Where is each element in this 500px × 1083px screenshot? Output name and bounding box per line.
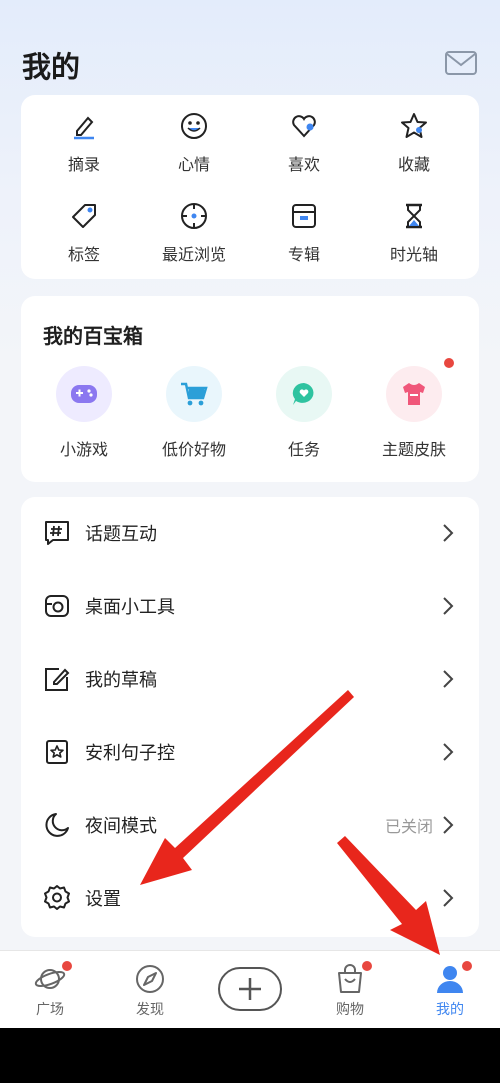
grid-item-collect[interactable]: 收藏 bbox=[359, 103, 469, 183]
mail-icon[interactable] bbox=[444, 48, 478, 78]
grid-label: 时光轴 bbox=[389, 245, 438, 264]
tshirt-icon bbox=[386, 358, 454, 422]
grid-item-like[interactable]: 喜欢 bbox=[249, 103, 359, 183]
menu-item-drafts[interactable]: 我的草稿 bbox=[21, 651, 479, 707]
menu-item-night-mode[interactable]: 夜间模式 已关闭 bbox=[21, 797, 479, 853]
toolbox-item-minigame[interactable]: 小游戏 bbox=[29, 366, 139, 466]
menu-label: 设置 bbox=[85, 889, 121, 910]
grid-label: 喜欢 bbox=[287, 155, 320, 174]
menu-card: 话题互动 桌面小工具 我的草稿 安利句子控 夜间模式 已关闭 设置 bbox=[21, 497, 479, 937]
pencil-icon bbox=[74, 116, 94, 140]
menu-label: 安利句子控 bbox=[85, 743, 175, 764]
chevron-right-icon bbox=[443, 670, 454, 688]
toolbox-label: 主题皮肤 bbox=[381, 440, 446, 459]
star-icon bbox=[401, 113, 427, 138]
nav-label: 发现 bbox=[136, 1002, 164, 1018]
menu-item-topic[interactable]: 话题互动 bbox=[21, 505, 479, 561]
bottom-nav: 广场 发现 购物 我的 bbox=[0, 950, 500, 1028]
page-title: 我的 bbox=[22, 50, 81, 84]
grid-item-recent[interactable]: 最近浏览 bbox=[139, 193, 249, 273]
grid-item-album[interactable]: 专辑 bbox=[249, 193, 359, 273]
menu-label: 话题互动 bbox=[85, 524, 157, 545]
menu-label: 夜间模式 bbox=[85, 816, 157, 837]
album-icon bbox=[292, 204, 316, 228]
chevron-right-icon bbox=[443, 524, 454, 542]
nav-square[interactable]: 广场 bbox=[0, 951, 100, 1029]
menu-item-widget[interactable]: 桌面小工具 bbox=[21, 578, 479, 634]
grid-label: 最近浏览 bbox=[161, 245, 226, 264]
compass-icon bbox=[134, 963, 166, 995]
nav-label: 购物 bbox=[336, 1002, 364, 1018]
badge-dot bbox=[62, 961, 72, 971]
cart-icon bbox=[166, 366, 222, 422]
menu-item-recommend[interactable]: 安利句子控 bbox=[21, 724, 479, 780]
clock-icon bbox=[181, 203, 207, 229]
night-mode-status: 已关闭 bbox=[384, 817, 433, 836]
nav-discover[interactable]: 发现 bbox=[100, 951, 200, 1029]
menu-item-settings[interactable]: 设置 bbox=[21, 870, 479, 926]
grid-label: 标签 bbox=[67, 245, 100, 264]
chevron-right-icon bbox=[443, 743, 454, 761]
toolbox-item-task[interactable]: 任务 bbox=[249, 366, 359, 466]
grid-label: 收藏 bbox=[397, 155, 430, 174]
gear-icon bbox=[44, 885, 70, 910]
moon-icon bbox=[45, 813, 69, 837]
grid-item-tag[interactable]: 标签 bbox=[29, 193, 139, 273]
bookmark-star-icon bbox=[46, 740, 68, 764]
grid-label: 心情 bbox=[177, 155, 210, 174]
draft-icon bbox=[45, 668, 70, 691]
badge-dot bbox=[444, 358, 454, 368]
smiley-icon bbox=[181, 113, 207, 139]
system-nav-bar bbox=[0, 1028, 500, 1083]
toolbox-label: 任务 bbox=[287, 440, 320, 459]
toolbox-label: 低价好物 bbox=[161, 440, 226, 459]
toolbox-card: 我的百宝箱 小游戏 低价好物 任务 主题皮肤 bbox=[21, 296, 479, 482]
widget-icon bbox=[45, 595, 69, 617]
nav-shopping[interactable]: 购物 bbox=[300, 951, 400, 1029]
hourglass-icon bbox=[406, 203, 422, 229]
planet-icon bbox=[34, 961, 72, 995]
hashtag-icon bbox=[45, 521, 69, 545]
shopping-bag-icon bbox=[334, 961, 372, 995]
chevron-right-icon bbox=[443, 816, 454, 834]
tag-icon bbox=[72, 204, 96, 228]
quick-access-card: 摘录 心情 喜欢 收藏 标签 最近浏览 专辑 时光轴 bbox=[21, 95, 479, 279]
toolbox-item-deals[interactable]: 低价好物 bbox=[139, 366, 249, 466]
nav-label: 我的 bbox=[436, 1002, 464, 1018]
chat-bubble-icon bbox=[276, 366, 332, 422]
grid-item-timeline[interactable]: 时光轴 bbox=[359, 193, 469, 273]
toolbox-title: 我的百宝箱 bbox=[43, 324, 143, 348]
toolbox-item-theme[interactable]: 主题皮肤 bbox=[359, 358, 469, 466]
menu-label: 桌面小工具 bbox=[85, 597, 175, 618]
chevron-right-icon bbox=[443, 597, 454, 615]
add-button[interactable] bbox=[218, 967, 282, 1011]
nav-mine[interactable]: 我的 bbox=[400, 951, 500, 1029]
badge-dot bbox=[462, 961, 472, 971]
chevron-right-icon bbox=[443, 889, 454, 907]
plus-icon bbox=[239, 978, 261, 1000]
toolbox-label: 小游戏 bbox=[59, 440, 108, 459]
badge-dot bbox=[362, 961, 372, 971]
nav-label: 广场 bbox=[36, 1002, 64, 1018]
user-icon bbox=[434, 961, 472, 995]
grid-label: 专辑 bbox=[287, 245, 320, 264]
gamepad-icon bbox=[56, 366, 112, 422]
grid-label: 摘录 bbox=[67, 155, 100, 174]
grid-item-excerpt[interactable]: 摘录 bbox=[29, 103, 139, 183]
heart-icon bbox=[292, 115, 316, 138]
grid-item-mood[interactable]: 心情 bbox=[139, 103, 249, 183]
menu-label: 我的草稿 bbox=[85, 670, 157, 691]
